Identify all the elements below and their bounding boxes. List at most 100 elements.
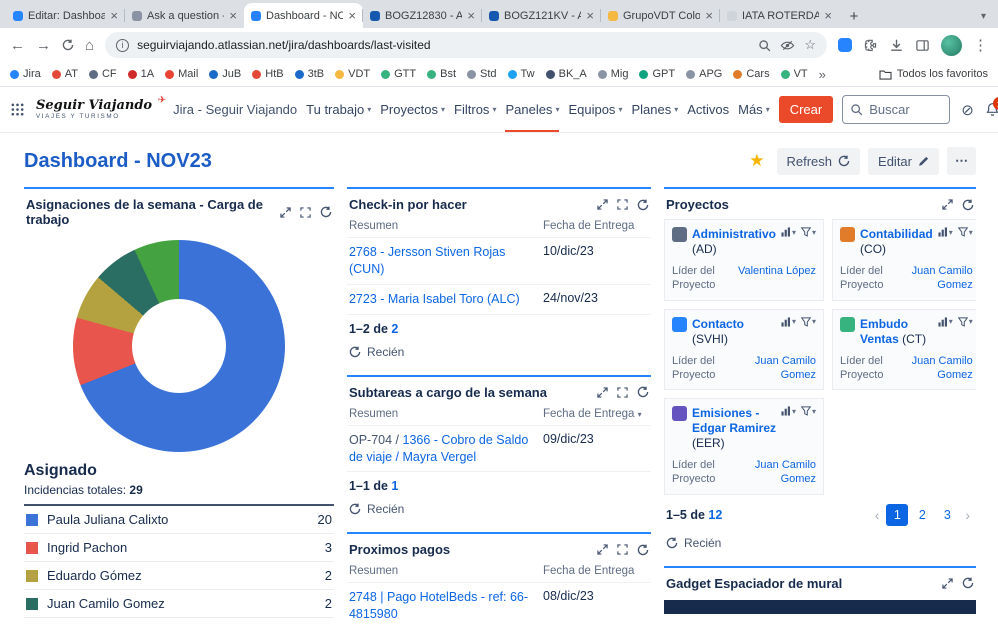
- chart-menu-button[interactable]: ▾: [781, 227, 796, 237]
- fullscreen-icon[interactable]: [617, 544, 628, 556]
- fullscreen-icon[interactable]: [617, 386, 628, 398]
- tab-close-icon[interactable]: ×: [110, 9, 118, 22]
- legend-row[interactable]: Paula Juliana Calixto 20: [24, 506, 334, 534]
- issue-link[interactable]: 2748 | Pago HotelBeds - ref: 66-4815980: [349, 590, 528, 621]
- column-header-sortable[interactable]: Fecha de Entrega ▾: [543, 408, 649, 420]
- refresh-button[interactable]: Refresh: [776, 147, 861, 175]
- legend-row[interactable]: Juan Camilo Gomez 2: [24, 590, 334, 618]
- extensions-puzzle-icon[interactable]: [863, 38, 878, 53]
- tab-close-icon[interactable]: ×: [705, 9, 713, 22]
- side-panel-icon[interactable]: [915, 38, 930, 53]
- bookmark-item[interactable]: GTT: [381, 68, 416, 80]
- panel-footer[interactable]: Recién: [347, 494, 651, 520]
- tab-close-icon[interactable]: ×: [348, 9, 356, 22]
- column-header[interactable]: Fecha de Entrega: [543, 220, 649, 232]
- pinned-extension-icon[interactable]: [838, 38, 852, 52]
- nav-item-mas[interactable]: Más ▾: [738, 87, 770, 132]
- project-link[interactable]: Contacto: [692, 317, 744, 331]
- chart-menu-button[interactable]: ▾: [781, 317, 796, 327]
- bookmark-item[interactable]: Tw: [507, 68, 535, 80]
- browser-tab[interactable]: Ask a question - Atla ×: [124, 3, 244, 28]
- bookmark-star-icon[interactable]: ☆: [804, 37, 816, 53]
- legend-row[interactable]: Ingrid Pachon 3: [24, 534, 334, 562]
- address-bar[interactable]: i seguirviajando.atlassian.net/jira/dash…: [105, 32, 827, 58]
- back-icon[interactable]: ←: [10, 37, 25, 54]
- tab-close-icon[interactable]: ×: [467, 9, 475, 22]
- project-leader-link[interactable]: Juan Camilo Gomez: [725, 354, 816, 383]
- tab-close-icon[interactable]: ×: [824, 9, 832, 22]
- company-logo[interactable]: Seguir Viajando ✈ VIAJES Y TURISMO: [36, 95, 166, 120]
- filter-menu-button[interactable]: ▾: [801, 317, 816, 327]
- browser-menu-icon[interactable]: ⋮: [973, 36, 988, 54]
- fullscreen-icon[interactable]: [617, 199, 628, 210]
- project-leader-link[interactable]: Juan Camilo Gomez: [889, 264, 973, 293]
- legend-row[interactable]: Soraida Mendoza Romero2: [24, 618, 334, 624]
- bookmark-item[interactable]: JuB: [209, 68, 241, 80]
- bookmark-item[interactable]: 1A: [127, 68, 154, 80]
- page-button[interactable]: 2: [911, 504, 933, 526]
- project-leader-link[interactable]: Valentina López: [738, 264, 816, 278]
- minimize-icon[interactable]: [280, 206, 291, 218]
- page-button[interactable]: 1: [886, 503, 909, 526]
- bookmark-item[interactable]: GPT: [639, 68, 675, 80]
- minimize-icon[interactable]: [942, 199, 953, 210]
- chart-menu-button[interactable]: ▾: [938, 317, 953, 327]
- pagination-total-link[interactable]: 2: [391, 322, 398, 336]
- bookmark-item[interactable]: BK_A: [545, 68, 587, 80]
- do-not-disturb-icon[interactable]: ⊘: [961, 101, 974, 119]
- refresh-icon[interactable]: [962, 199, 974, 211]
- issue-link[interactable]: 2768 - Jersson Stiven Rojas (CUN): [349, 245, 505, 276]
- filter-menu-button[interactable]: ▾: [801, 406, 816, 416]
- browser-tab[interactable]: BOGZ12830 - Amad ×: [362, 3, 482, 28]
- search-in-page-icon[interactable]: [758, 39, 771, 52]
- workload-donut[interactable]: [72, 240, 285, 452]
- issue-link[interactable]: 2723 - Maria Isabel Toro (ALC): [349, 292, 520, 306]
- panel-footer[interactable]: Recién: [347, 337, 651, 363]
- bookmark-item[interactable]: AT: [51, 68, 78, 80]
- pagination-total-link[interactable]: 1: [391, 479, 398, 493]
- page-button[interactable]: 3: [936, 504, 958, 526]
- column-header[interactable]: Fecha de Entrega: [543, 565, 649, 577]
- nav-item-filtros[interactable]: Filtros ▾: [454, 87, 496, 132]
- legend-row[interactable]: Eduardo Gómez 2: [24, 562, 334, 590]
- column-header[interactable]: Resumen: [349, 408, 543, 420]
- browser-tab[interactable]: IATA ROTERDAM - B ×: [719, 3, 839, 28]
- nav-item-activos[interactable]: Activos: [687, 87, 729, 132]
- refresh-icon[interactable]: [962, 577, 974, 589]
- browser-tab-active[interactable]: Dashboard - NOV23 ×: [244, 3, 363, 28]
- search-input[interactable]: [869, 102, 930, 117]
- favorite-star-icon[interactable]: ★: [749, 151, 764, 171]
- site-info-icon[interactable]: i: [116, 38, 130, 52]
- prev-page-icon[interactable]: ‹: [871, 507, 884, 523]
- filter-menu-button[interactable]: ▾: [957, 227, 973, 237]
- all-bookmarks-button[interactable]: Todos los favoritos: [879, 68, 988, 80]
- password-eye-icon[interactable]: [780, 38, 795, 53]
- project-link[interactable]: Embudo Ventas: [860, 317, 908, 346]
- bookmark-item[interactable]: Cars: [733, 68, 770, 80]
- bookmark-item[interactable]: CF: [88, 68, 117, 80]
- search-box[interactable]: [842, 95, 951, 124]
- bookmarks-overflow-icon[interactable]: »: [819, 67, 826, 82]
- refresh-icon[interactable]: [320, 206, 332, 218]
- project-leader-link[interactable]: Juan Camilo Gomez: [889, 354, 973, 383]
- nav-item-tu-trabajo[interactable]: Tu trabajo ▾: [306, 87, 371, 132]
- bookmark-item[interactable]: Bst: [427, 68, 456, 80]
- nav-item-paneles[interactable]: Paneles ▾: [505, 87, 559, 132]
- bookmark-item[interactable]: VDT: [335, 68, 370, 80]
- bookmark-item[interactable]: 3tB: [294, 68, 324, 80]
- tab-overflow-icon[interactable]: ▾: [981, 11, 992, 28]
- browser-tab[interactable]: BOGZ121KV - Amad ×: [481, 3, 601, 28]
- filter-menu-button[interactable]: ▾: [957, 317, 973, 327]
- fullscreen-icon[interactable]: [300, 206, 311, 218]
- more-options-button[interactable]: ⋯: [947, 147, 976, 175]
- project-link[interactable]: Administrativo: [692, 227, 776, 241]
- create-button[interactable]: Crear: [778, 96, 834, 123]
- browser-profile-avatar[interactable]: [941, 34, 962, 56]
- forward-icon[interactable]: →: [36, 37, 51, 54]
- app-switcher-icon[interactable]: [8, 102, 27, 117]
- next-page-icon[interactable]: ›: [961, 507, 974, 523]
- panel-footer[interactable]: Recién: [664, 620, 976, 624]
- refresh-icon[interactable]: [637, 199, 649, 211]
- notifications-button[interactable]: 1: [985, 97, 998, 117]
- column-header[interactable]: Resumen: [349, 220, 543, 232]
